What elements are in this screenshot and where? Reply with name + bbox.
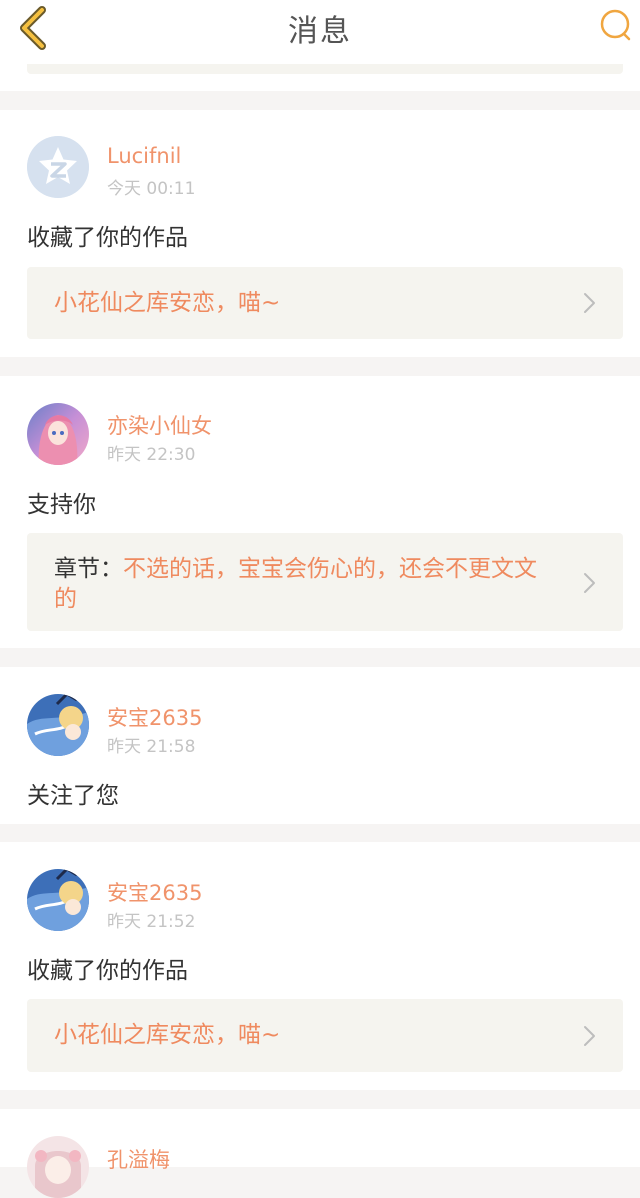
- user-avatar-image: [27, 403, 89, 465]
- user-avatar-image: [27, 869, 89, 931]
- reference-box[interactable]: 章节：不选的话，宝宝会伤心的，还会不更文文的: [27, 533, 623, 631]
- message-card: 亦染小仙女 昨天 22:30 支持你 章节：不选的话，宝宝会伤心的，还会不更文文…: [0, 376, 640, 648]
- message-time: 昨天 22:30: [107, 445, 196, 465]
- reference-title: 章节：不选的话，宝宝会伤心的，还会不更文文的: [54, 554, 553, 614]
- avatar[interactable]: [27, 869, 89, 931]
- reference-box[interactable]: 小花仙之库安恋，喵~: [27, 267, 623, 339]
- avatar[interactable]: [27, 694, 89, 756]
- avatar[interactable]: [27, 403, 89, 465]
- chapter-title: 不选的话，宝宝会伤心的，还会不更文文的: [54, 556, 537, 612]
- message-card-partial: 孔溢梅: [0, 1109, 640, 1198]
- reference-prefix: 章节：: [54, 556, 123, 582]
- message-time: 今天 00:11: [107, 179, 196, 199]
- reference-box[interactable]: 小花仙之库安恋，喵~: [27, 999, 623, 1072]
- avatar[interactable]: [27, 136, 89, 198]
- user-avatar-image: [27, 694, 89, 756]
- message-action: 支持你: [27, 492, 96, 518]
- message-time: 昨天 21:52: [107, 912, 196, 932]
- user-name[interactable]: Lucifnil: [107, 144, 181, 168]
- reference-title: 小花仙之库安恋，喵~: [54, 1022, 281, 1048]
- user-avatar-image: [27, 1136, 89, 1198]
- default-avatar-icon: [27, 136, 89, 198]
- top-nav-bar: 消息: [0, 0, 640, 64]
- search-button[interactable]: [598, 8, 634, 44]
- avatar[interactable]: [27, 1136, 89, 1198]
- message-card: 安宝2635 昨天 21:58 关注了您: [0, 667, 640, 824]
- user-name[interactable]: 亦染小仙女: [107, 410, 212, 440]
- message-action: 关注了您: [27, 783, 119, 809]
- message-action: 收藏了你的作品: [27, 225, 188, 251]
- page-title: 消息: [288, 14, 352, 49]
- message-card: 安宝2635 昨天 21:52 收藏了你的作品 小花仙之库安恋，喵~: [0, 842, 640, 1090]
- chevron-right-icon: [584, 1026, 595, 1046]
- search-icon: [600, 9, 631, 41]
- reference-title: 小花仙之库安恋，喵~: [54, 290, 281, 316]
- message-card-partial: [0, 64, 640, 91]
- user-name[interactable]: 安宝2635: [107, 877, 202, 907]
- chevron-right-icon: [584, 293, 595, 313]
- chevron-right-icon: [584, 573, 595, 593]
- user-name[interactable]: 孔溢梅: [107, 1144, 170, 1174]
- message-action: 收藏了你的作品: [27, 958, 188, 984]
- message-card: Lucifnil 今天 00:11 收藏了你的作品 小花仙之库安恋，喵~: [0, 110, 640, 357]
- user-name[interactable]: 安宝2635: [107, 702, 202, 732]
- reference-box[interactable]: [27, 64, 623, 74]
- message-time: 昨天 21:58: [107, 737, 196, 757]
